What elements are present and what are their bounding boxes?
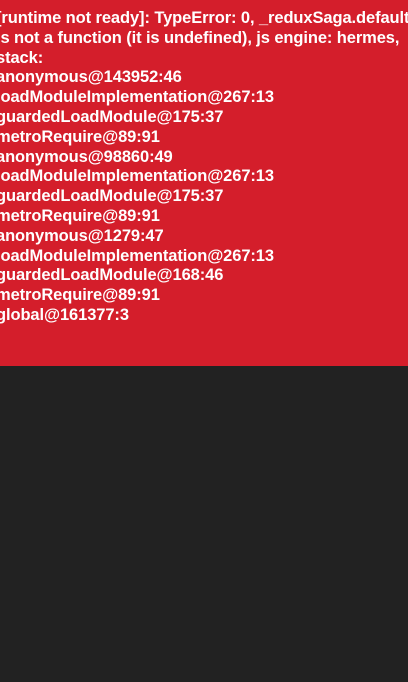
- stack-frame-line: anonymous@1279:47: [0, 226, 164, 245]
- stack-frame-line: metroRequire@89:91: [0, 286, 160, 305]
- stack-frame-line: guardedLoadModule@168:46: [0, 266, 224, 285]
- stack-frame-line: loadModuleImplementation@267:13: [0, 246, 274, 265]
- stack-frame-line: anonymous@143952:46: [0, 68, 182, 87]
- error-message-line: stack:: [0, 48, 44, 67]
- stack-frame-line: global@161377:3: [0, 305, 129, 324]
- stack-frame-line: metroRequire@89:91: [0, 206, 160, 225]
- stack-frame-line: anonymous@98860:49: [0, 147, 173, 166]
- redbox-error-panel: [runtime not ready]: TypeError: 0, _redu…: [0, 0, 408, 366]
- empty-dark-area: [0, 366, 408, 682]
- stack-frame-line: guardedLoadModule@175:37: [0, 187, 224, 206]
- error-message-line: [runtime not ready]: TypeError: 0, _redu…: [0, 9, 408, 27]
- stack-frame-line: loadModuleImplementation@267:13: [0, 88, 274, 107]
- stack-frame-line: loadModuleImplementation@267:13: [0, 167, 274, 186]
- error-message-line: is not a function (it is undefined), js …: [0, 28, 400, 47]
- error-text-block: [runtime not ready]: TypeError: 0, _redu…: [0, 9, 408, 326]
- stack-frame-line: guardedLoadModule@175:37: [0, 107, 224, 126]
- stack-frame-line: metroRequire@89:91: [0, 127, 160, 146]
